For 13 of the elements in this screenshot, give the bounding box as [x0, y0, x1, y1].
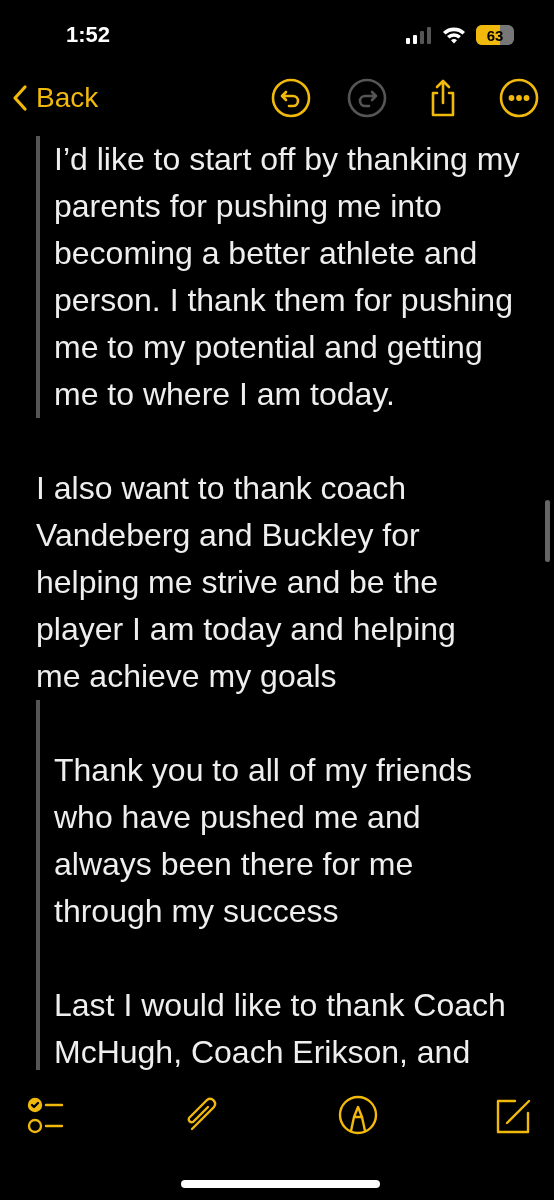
undo-button[interactable]	[270, 77, 312, 119]
more-button[interactable]	[498, 77, 540, 119]
note-paragraph: I also want to thank coach Vandeberg and Buckley for helping me strive and be the player I am today and helping me achieve my goals	[36, 469, 457, 696]
back-button[interactable]: Back	[12, 82, 99, 114]
chevron-left-icon	[12, 84, 28, 112]
note-paragraph: I’d like to start off by thanking my parents for pushing me into becoming a better athlete and person. I thank them for pushing me to my potential and getting me to where I am today.	[54, 140, 521, 414]
battery-indicator: 63	[476, 25, 514, 45]
note-paragraph: Thank you to all of my friends who have pushed me and always been there for me through my success	[54, 751, 473, 931]
scroll-indicator	[545, 500, 550, 562]
signal-icon	[406, 26, 432, 44]
note-paragraph: Last I would like to thank Coach McHugh, Coach Erikson, and	[54, 986, 507, 1072]
wifi-icon	[442, 26, 466, 44]
status-time: 1:52	[66, 22, 111, 48]
